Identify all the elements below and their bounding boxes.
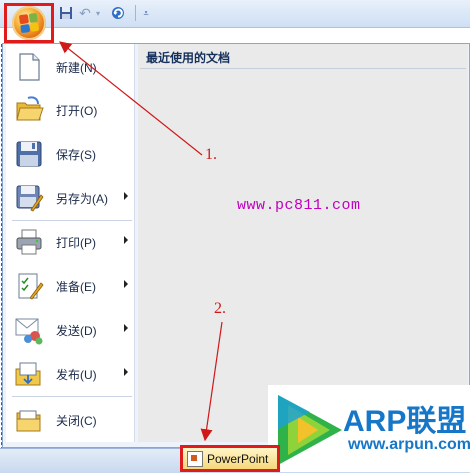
taskbar-powerpoint-button[interactable]: PowerPoint — [180, 445, 280, 472]
new-document-icon — [14, 52, 44, 82]
menu-item-label: 新建(N) — [56, 60, 97, 75]
menu-item-label: 发布(U) — [56, 367, 97, 382]
recent-documents-title: 最近使用的文档 — [146, 51, 231, 65]
recent-divider — [140, 68, 466, 69]
logo-url: www.arpun.com — [348, 436, 470, 453]
menu-item-send[interactable]: 发送(D) — [10, 310, 132, 350]
annotation-step-1: 1. — [205, 146, 217, 163]
submenu-arrow-icon — [124, 324, 128, 332]
menu-item-label: 发送(D) — [56, 323, 97, 338]
submenu-arrow-icon — [124, 368, 128, 376]
prepare-icon — [14, 271, 44, 301]
menu-item-close[interactable]: 关闭(C) — [10, 400, 132, 440]
menu-item-label: 关闭(C) — [56, 413, 97, 428]
save-icon[interactable] — [58, 4, 74, 22]
office-orb — [12, 6, 46, 40]
office-logo-icon — [18, 12, 40, 34]
redo-icon[interactable] — [110, 4, 126, 22]
open-folder-icon — [14, 95, 44, 125]
toolbar-divider — [135, 5, 136, 21]
menu-item-prepare[interactable]: 准备(E) — [10, 266, 132, 306]
office-button[interactable] — [4, 3, 54, 43]
recent-documents-pane — [138, 44, 468, 442]
menu-item-label: 保存(S) — [56, 147, 96, 162]
menu-item-print[interactable]: 打印(P) — [10, 222, 132, 262]
menu-item-label: 打开(O) — [56, 103, 98, 118]
menu-item-save[interactable]: 保存(S) — [10, 134, 132, 174]
powerpoint-icon — [187, 450, 203, 467]
menu-item-open[interactable]: 打开(O) — [10, 90, 132, 130]
submenu-arrow-icon — [124, 236, 128, 244]
logo-name: ARP联盟 — [343, 405, 467, 438]
watermark-text: www.pc811.com — [237, 197, 361, 214]
menu-separator — [12, 396, 132, 397]
annotation-step-2: 2. — [214, 300, 226, 317]
save-floppy-icon — [14, 139, 44, 169]
menu-item-publish[interactable]: 发布(U) — [10, 354, 132, 394]
menu-item-label: 另存为(A) — [56, 191, 108, 206]
undo-dropdown-icon[interactable]: ▾ — [94, 4, 102, 22]
menu-separator — [12, 220, 132, 221]
publish-icon — [14, 359, 44, 389]
send-icon — [14, 315, 44, 345]
close-folder-icon — [14, 405, 44, 435]
undo-icon[interactable]: ↶ — [78, 4, 92, 22]
printer-icon — [14, 227, 44, 257]
submenu-arrow-icon — [124, 280, 128, 288]
menu-item-new[interactable]: 新建(N) — [10, 47, 132, 87]
taskbar-button-label: PowerPoint — [207, 451, 269, 466]
submenu-arrow-icon — [124, 192, 128, 200]
menu-item-label: 打印(P) — [56, 235, 96, 250]
customize-icon[interactable]: ⩡ — [141, 4, 151, 22]
save-as-icon — [14, 183, 44, 213]
menu-item-label: 准备(E) — [56, 279, 96, 294]
menu-item-save-as[interactable]: 另存为(A) — [10, 178, 132, 218]
